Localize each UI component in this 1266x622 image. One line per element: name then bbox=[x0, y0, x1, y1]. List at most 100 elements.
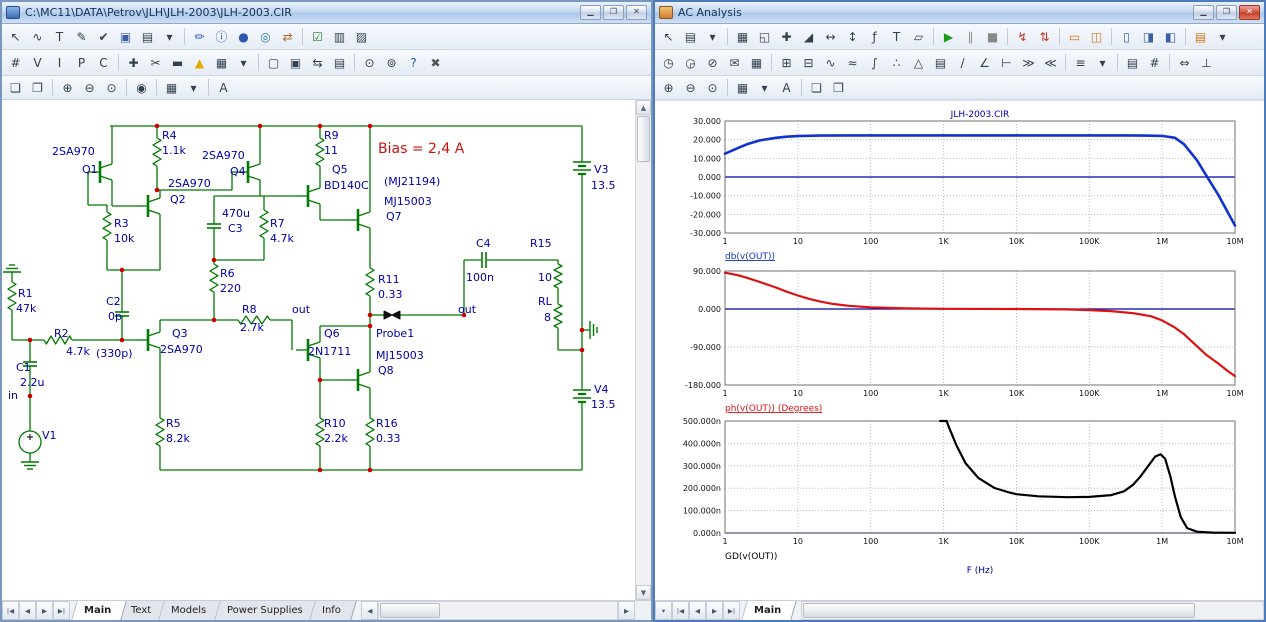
component-label[interactable]: 0.33 bbox=[378, 289, 403, 300]
component-label[interactable]: Q4 bbox=[230, 166, 246, 177]
three-d-windows-icon[interactable]: ◧ bbox=[1160, 26, 1181, 47]
wire-mode-icon[interactable]: ∿ bbox=[27, 26, 48, 47]
component-label[interactable]: in bbox=[8, 390, 18, 401]
properties-clock-icon[interactable]: ◷ bbox=[658, 52, 679, 73]
component-label[interactable]: 2.2k bbox=[324, 433, 348, 444]
grid-icon[interactable]: ▦ bbox=[211, 52, 232, 73]
cross-wires-icon[interactable]: ✂ bbox=[145, 52, 166, 73]
grid-select-icon[interactable]: ▦ bbox=[161, 77, 182, 98]
copy-page-icon[interactable]: ▣ bbox=[285, 52, 306, 73]
font-icon[interactable]: A bbox=[776, 77, 797, 98]
component-label[interactable]: (330p) bbox=[96, 348, 133, 359]
component-label[interactable]: R9 bbox=[324, 130, 339, 141]
region-enable-icon[interactable]: ⇄ bbox=[277, 26, 298, 47]
component-label[interactable]: R11 bbox=[378, 274, 400, 285]
horizontal-tag-icon[interactable]: ↔ bbox=[820, 26, 841, 47]
component-label[interactable]: 10k bbox=[114, 233, 134, 244]
component-label[interactable]: 220 bbox=[220, 283, 241, 294]
component-label[interactable]: R1 bbox=[18, 288, 33, 299]
component-label[interactable]: 8 bbox=[544, 312, 551, 323]
analysis-horizontal-scrollbar[interactable] bbox=[801, 601, 1264, 620]
component-label[interactable]: 0.33 bbox=[376, 433, 401, 444]
tab-power-supplies[interactable]: Power Supplies bbox=[214, 601, 318, 620]
component-label[interactable]: Q8 bbox=[378, 365, 394, 376]
component-label[interactable]: (MJ21194) bbox=[384, 176, 440, 187]
close-button[interactable]: ✕ bbox=[626, 5, 647, 20]
pause-icon[interactable]: ∥ bbox=[960, 26, 981, 47]
tab-main[interactable]: Main bbox=[741, 601, 797, 620]
help-mode-icon[interactable]: ● bbox=[233, 26, 254, 47]
output-dropdown-icon[interactable]: ▾ bbox=[1212, 26, 1233, 47]
ac-analysis-titlebar[interactable]: AC Analysis ▁ ❐ ✕ bbox=[655, 2, 1264, 24]
file-dropdown-icon[interactable]: ▾ bbox=[702, 26, 723, 47]
component-label[interactable]: 11 bbox=[324, 145, 338, 156]
schematic-vertical-scrollbar[interactable]: ▲ ▼ bbox=[635, 100, 651, 600]
file-icon[interactable]: ▤ bbox=[680, 26, 701, 47]
zoom-in-icon[interactable]: ⊕ bbox=[658, 77, 679, 98]
component-dropdown-icon[interactable]: ▾ bbox=[159, 26, 180, 47]
component-label[interactable]: 8.2k bbox=[166, 433, 190, 444]
grid-properties-icon[interactable]: ▦ bbox=[746, 52, 767, 73]
component-label[interactable]: 2SA970 bbox=[160, 344, 203, 355]
list-icon[interactable]: ▤ bbox=[1122, 52, 1143, 73]
flip-icon[interactable]: ⇆ bbox=[307, 52, 328, 73]
scroll-left-button[interactable]: ◀ bbox=[361, 601, 378, 620]
check-model-icon[interactable]: ☑ bbox=[307, 26, 328, 47]
tab-first-button[interactable]: |◀ bbox=[672, 601, 689, 620]
component-label[interactable]: 2.2u bbox=[20, 377, 44, 388]
send-icon[interactable]: ✉ bbox=[724, 52, 745, 73]
text-tool-icon[interactable]: T bbox=[886, 26, 907, 47]
find-icon[interactable]: ⊙ bbox=[359, 52, 380, 73]
horizontal-scroll-thumb[interactable] bbox=[380, 603, 440, 618]
vertical-axis-icon[interactable]: ⊟ bbox=[798, 52, 819, 73]
horizontal-scroll-track[interactable] bbox=[378, 601, 618, 620]
component-label[interactable]: RL bbox=[538, 296, 552, 307]
plot-2[interactable]: 90.0000.000-90.000-180.0001101001K10K100… bbox=[663, 265, 1255, 415]
component-label[interactable]: V1 bbox=[42, 430, 57, 441]
component-label[interactable]: C1 bbox=[16, 362, 31, 373]
component-label[interactable]: 13.5 bbox=[591, 399, 616, 410]
close-button[interactable]: ✕ bbox=[1239, 5, 1260, 20]
go-right-icon[interactable]: ≫ bbox=[1018, 52, 1039, 73]
minimize-button[interactable]: ▁ bbox=[1193, 5, 1214, 20]
delay-icon[interactable]: ◶ bbox=[680, 52, 701, 73]
repeat-find-icon[interactable]: ⊚ bbox=[381, 52, 402, 73]
component-label[interactable]: R5 bbox=[166, 418, 181, 429]
scroll-down-button[interactable]: ▼ bbox=[636, 585, 651, 600]
point-tag-icon[interactable]: ◢ bbox=[798, 26, 819, 47]
maximize-button[interactable]: ❐ bbox=[1216, 5, 1237, 20]
run-icon[interactable]: ▶ bbox=[938, 26, 959, 47]
vertical-scroll-track[interactable] bbox=[636, 115, 651, 585]
tab-last-button[interactable]: ▶| bbox=[723, 601, 740, 620]
zoom-out-icon[interactable]: ⊖ bbox=[680, 77, 701, 98]
no-tags-icon[interactable]: ⊘ bbox=[702, 52, 723, 73]
grid-select-dropdown-icon[interactable]: ▾ bbox=[754, 77, 775, 98]
currents-icon[interactable]: I bbox=[49, 52, 70, 73]
select-arrow-icon[interactable]: ↖ bbox=[658, 26, 679, 47]
zoom-scale-icon[interactable]: ⊙ bbox=[702, 77, 723, 98]
grid-select-icon[interactable]: ▦ bbox=[732, 77, 753, 98]
component-label[interactable]: 4.7k bbox=[66, 346, 90, 357]
node-voltages-icon[interactable]: V bbox=[27, 52, 48, 73]
horizontal-scroll-thumb[interactable] bbox=[803, 603, 1195, 618]
tab-main[interactable]: Main bbox=[71, 601, 127, 620]
component-label[interactable]: 13.5 bbox=[591, 180, 616, 191]
component-label[interactable]: Probe1 bbox=[376, 328, 414, 339]
tab-next-button[interactable]: ▶ bbox=[706, 601, 723, 620]
smoothing-icon[interactable]: ≈ bbox=[842, 52, 863, 73]
component-label[interactable]: 2SA970 bbox=[202, 150, 245, 161]
polygon-tool-icon[interactable]: ▱ bbox=[908, 26, 929, 47]
component-label[interactable]: BD140C bbox=[324, 180, 369, 191]
tab-first-button[interactable]: |◀ bbox=[2, 601, 19, 620]
properties-icon[interactable]: ▤ bbox=[329, 52, 350, 73]
cursor-mode-icon[interactable]: ✚ bbox=[776, 26, 797, 47]
waveform-buffer-icon[interactable]: ◨ bbox=[1138, 26, 1159, 47]
camera-icon[interactable]: ◉ bbox=[131, 77, 152, 98]
calculator-icon[interactable]: # bbox=[1144, 52, 1165, 73]
slope-icon[interactable]: ∕ bbox=[952, 52, 973, 73]
scope-icon[interactable]: ▣ bbox=[115, 26, 136, 47]
component-label[interactable]: 47k bbox=[16, 303, 36, 314]
zoom-scale-icon[interactable]: ⊙ bbox=[101, 77, 122, 98]
tab-last-button[interactable]: ▶| bbox=[53, 601, 70, 620]
tab-prev-button[interactable]: ◀ bbox=[689, 601, 706, 620]
